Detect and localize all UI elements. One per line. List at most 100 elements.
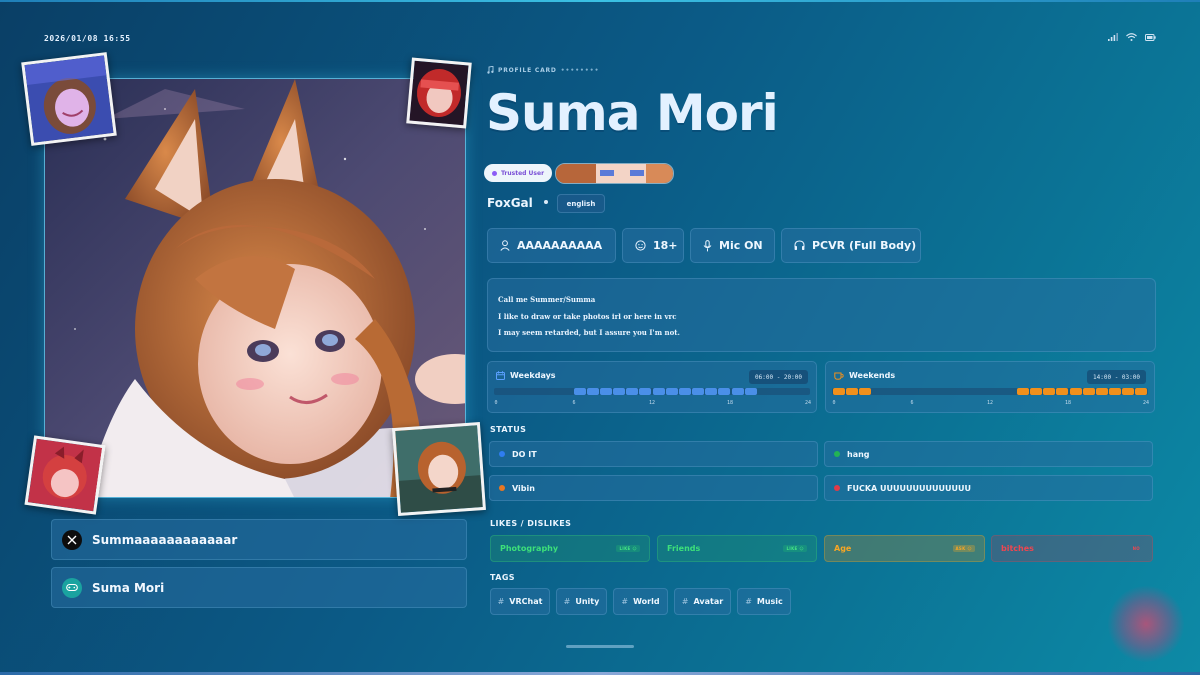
hash-icon: # bbox=[621, 597, 629, 606]
bio-box: Call me Summer/Summa I like to draw or t… bbox=[487, 278, 1156, 352]
mic-chip: Mic ON bbox=[690, 228, 775, 263]
avatar-thumbnail[interactable] bbox=[24, 435, 106, 515]
avatar-thumbnail[interactable] bbox=[21, 52, 117, 146]
active-hour-block bbox=[731, 388, 744, 395]
active-hour-block bbox=[626, 388, 639, 395]
pronoun-label: FoxGal bbox=[487, 196, 533, 210]
status-item: hang bbox=[824, 441, 1153, 467]
signal-icon bbox=[1108, 33, 1118, 41]
tag-chip[interactable]: # Avatar bbox=[674, 588, 731, 615]
home-indicator[interactable] bbox=[566, 645, 634, 648]
system-icons bbox=[1108, 33, 1156, 41]
like-label: Photography bbox=[500, 544, 559, 553]
trust-dot-icon bbox=[492, 170, 497, 176]
hour-tick-label: 12 bbox=[648, 400, 656, 406]
display-handle-label: AAAAAAAAAA bbox=[517, 239, 603, 252]
ask-item: Age ASK ☺ bbox=[824, 535, 985, 562]
active-hour-block bbox=[613, 388, 626, 395]
status-label: Vibin bbox=[512, 483, 535, 493]
active-hour-block bbox=[599, 388, 612, 395]
hour-tick-label: 6 bbox=[910, 400, 914, 406]
bio-line: Call me Summer/Summa bbox=[498, 295, 596, 304]
bio-line: I like to draw or take photos irl or her… bbox=[498, 311, 677, 321]
x-handle: Summaaaaaaaaaaaar bbox=[92, 532, 238, 547]
platform-chip: PCVR (Full Body) bbox=[781, 228, 921, 263]
profile-banner-image bbox=[555, 163, 674, 184]
active-hour-block bbox=[1109, 388, 1122, 395]
language-badge: english bbox=[557, 194, 605, 213]
tag-label: Avatar bbox=[693, 597, 724, 606]
weekdays-label: Weekdays bbox=[510, 371, 556, 380]
wifi-icon bbox=[1126, 33, 1137, 41]
status-label: FUCKA UUUUUUUUUUUUUU bbox=[847, 483, 971, 493]
x-profile-link[interactable]: Summaaaaaaaaaaaar bbox=[51, 519, 467, 560]
coffee-icon bbox=[834, 372, 844, 380]
hour-tick-label: 18 bbox=[1064, 400, 1072, 406]
tag-chip[interactable]: # World bbox=[613, 588, 668, 615]
weekdays-time-range: 06:00 - 20:00 bbox=[749, 370, 808, 384]
floating-glow-orb bbox=[1108, 586, 1184, 662]
active-hour-block bbox=[832, 388, 845, 395]
active-hour-block bbox=[1030, 388, 1043, 395]
dislike-item: bitches NO bbox=[991, 535, 1153, 562]
hour-tick-label: 0 bbox=[832, 400, 836, 406]
age-icon bbox=[635, 240, 646, 251]
active-hour-block bbox=[678, 388, 691, 395]
hour-tick-label: 24 bbox=[1142, 400, 1150, 406]
tag-chip[interactable]: # Music bbox=[737, 588, 791, 615]
x-logo-icon bbox=[62, 529, 82, 550]
active-hour-block bbox=[1056, 388, 1069, 395]
hour-tick-label: 12 bbox=[986, 400, 994, 406]
weekends-timeline bbox=[832, 388, 1148, 395]
tag-chip[interactable]: # VRChat bbox=[490, 588, 550, 615]
tag-label: Music bbox=[756, 597, 783, 606]
weekdays-schedule: Weekdays 06:00 - 20:00 0 6 12 18 24 bbox=[487, 361, 817, 413]
status-label: hang bbox=[847, 449, 870, 459]
status-dot-icon bbox=[499, 451, 505, 457]
status-dot-icon bbox=[834, 485, 840, 491]
platform-label: PCVR (Full Body) bbox=[812, 239, 917, 252]
active-hour-block bbox=[858, 388, 871, 395]
like-item: Friends LIKE ☺ bbox=[657, 535, 817, 562]
age-label: 18+ bbox=[653, 239, 678, 252]
active-hour-block bbox=[639, 388, 652, 395]
ask-label: Age bbox=[834, 544, 852, 553]
dislike-label: bitches bbox=[1001, 544, 1034, 553]
active-hour-block bbox=[665, 388, 678, 395]
weekends-title: Weekends bbox=[834, 371, 895, 380]
calendar-icon bbox=[496, 371, 505, 380]
active-hour-block bbox=[1135, 388, 1148, 395]
like-label: Friends bbox=[667, 544, 701, 553]
hour-tick-label: 0 bbox=[494, 400, 498, 406]
active-hour-block bbox=[718, 388, 731, 395]
active-hour-block bbox=[1043, 388, 1056, 395]
status-item: DO IT bbox=[489, 441, 818, 467]
hour-tick-label: 18 bbox=[726, 400, 734, 406]
like-item: Photography LIKE ☺ bbox=[490, 535, 650, 562]
display-handle-chip: AAAAAAAAAA bbox=[487, 228, 616, 263]
likes-heading: LIKES / DISLIKES bbox=[490, 519, 572, 528]
kicker-label: PROFILE CARD bbox=[498, 66, 557, 74]
active-hour-block bbox=[1095, 388, 1108, 395]
avatar-thumbnail[interactable] bbox=[406, 57, 472, 129]
active-hour-block bbox=[652, 388, 665, 395]
avatar-thumbnail[interactable] bbox=[392, 422, 486, 516]
active-hour-block bbox=[1082, 388, 1095, 395]
person-icon bbox=[500, 240, 510, 251]
profile-card-kicker: PROFILE CARD •••••••• bbox=[487, 66, 599, 74]
weekdays-title: Weekdays bbox=[496, 371, 556, 380]
top-accent-line bbox=[0, 0, 1200, 2]
trusted-user-badge: Trusted User bbox=[484, 164, 552, 182]
hash-icon: # bbox=[563, 597, 571, 606]
tag-chip[interactable]: # Unity bbox=[556, 588, 607, 615]
microphone-icon bbox=[703, 239, 712, 251]
kicker-dots: •••••••• bbox=[560, 66, 600, 74]
hash-icon: # bbox=[681, 597, 689, 606]
music-note-icon bbox=[487, 66, 494, 74]
active-hour-block bbox=[573, 388, 586, 395]
active-hour-block bbox=[845, 388, 858, 395]
profile-name: Suma Mori bbox=[486, 84, 779, 142]
hash-icon: # bbox=[497, 597, 505, 606]
like-badge: LIKE ☺ bbox=[616, 545, 640, 552]
game-profile-link[interactable]: Suma Mori bbox=[51, 567, 467, 608]
